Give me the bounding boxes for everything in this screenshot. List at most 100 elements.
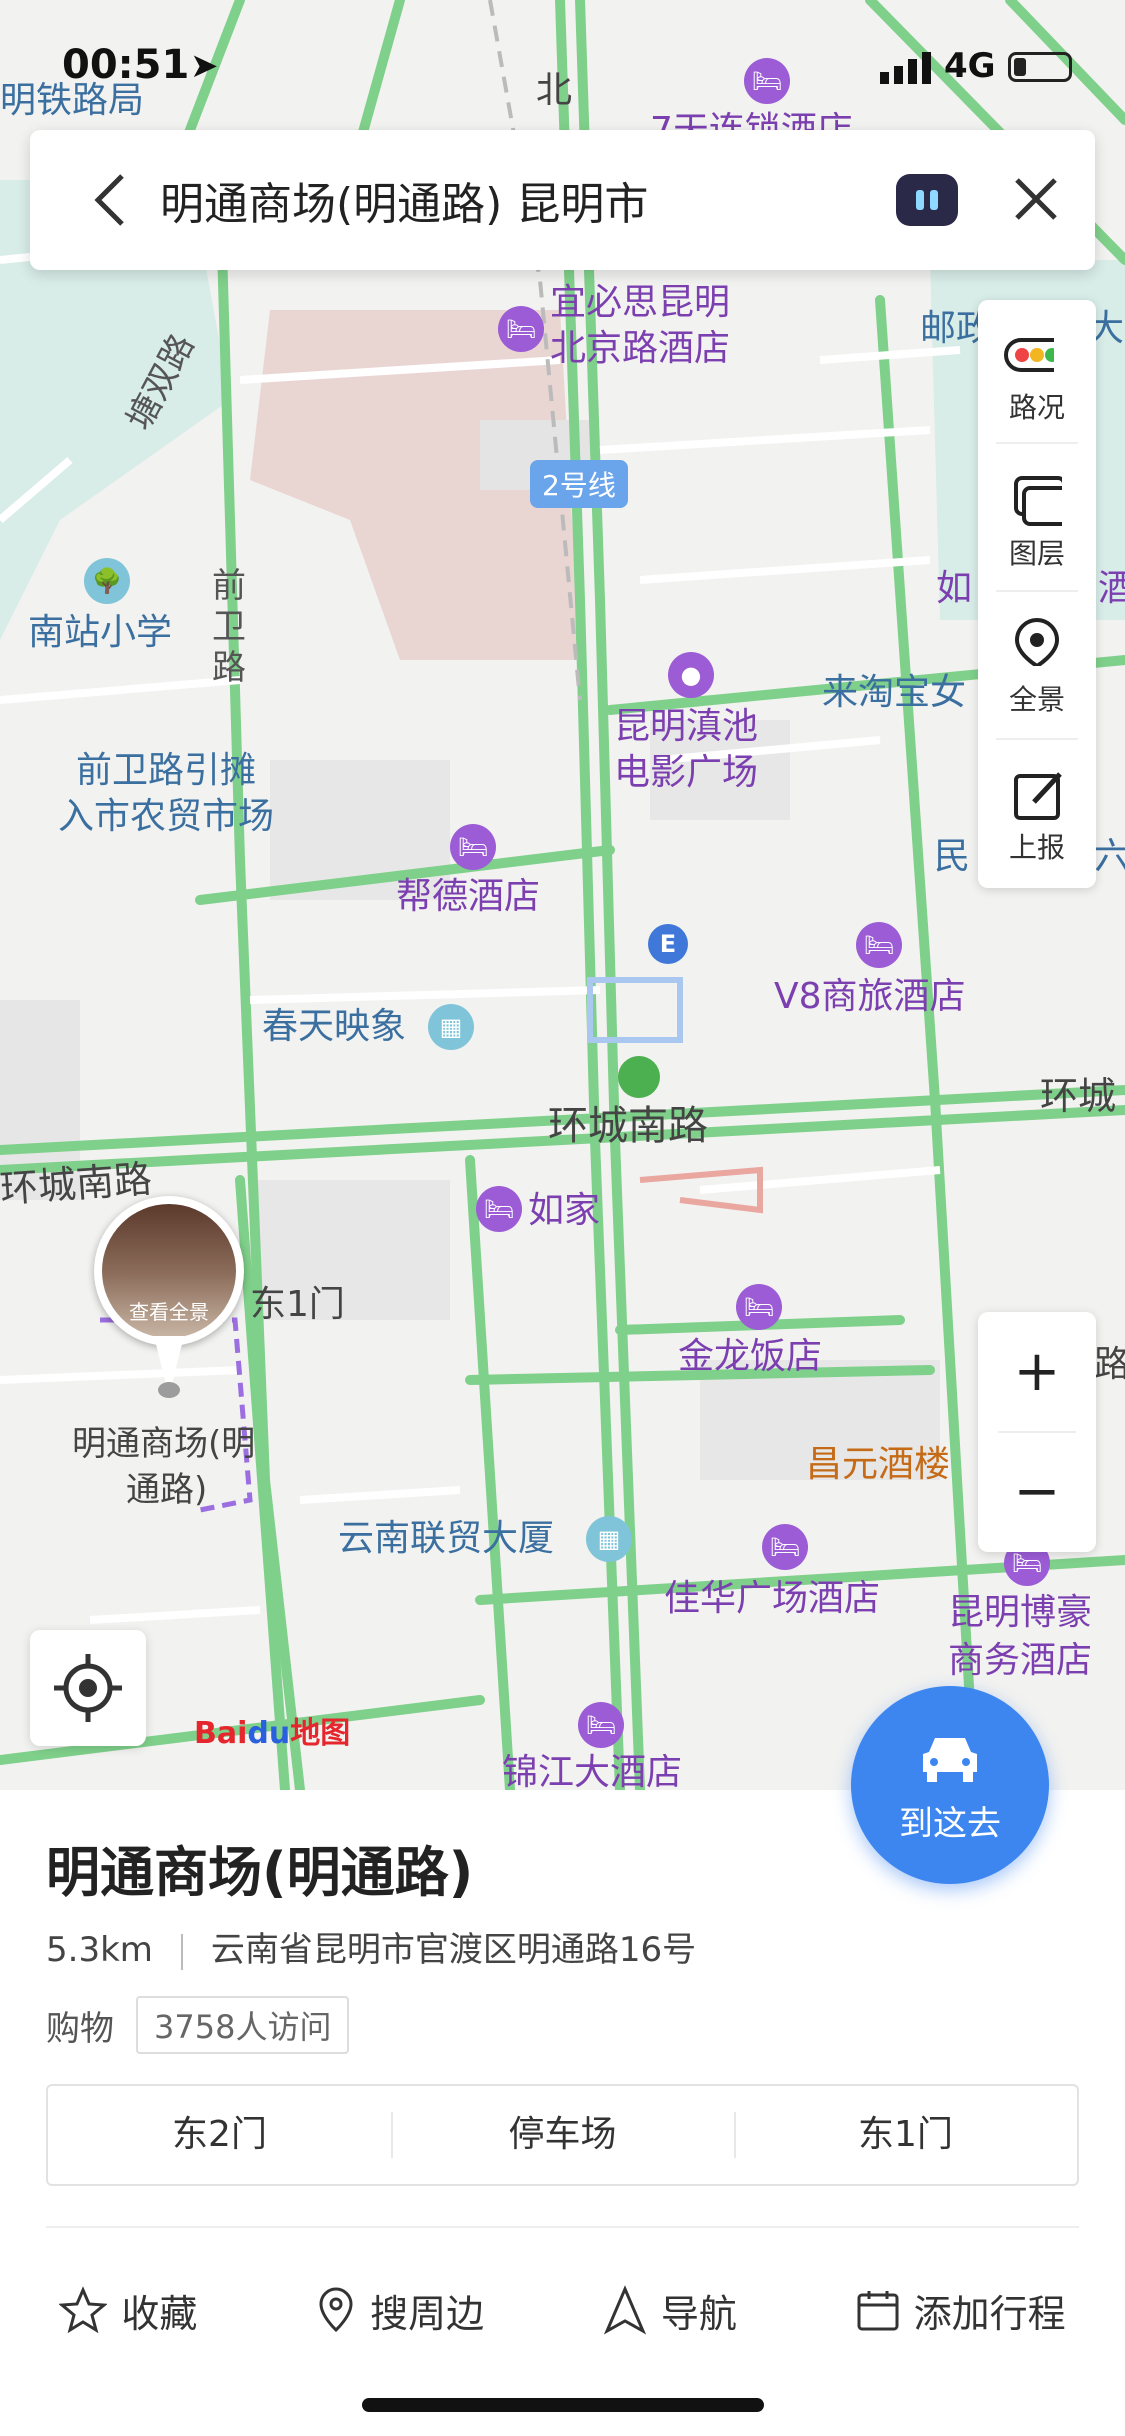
map-label: 商务酒店 bbox=[948, 1640, 1093, 1681]
back-button[interactable] bbox=[70, 160, 150, 240]
panorama-pin-icon bbox=[1014, 617, 1060, 666]
road-label: 路 bbox=[1094, 1344, 1125, 1385]
road-label: 环城 bbox=[1040, 1074, 1117, 1118]
map-label: 昌元酒楼 bbox=[806, 1444, 951, 1485]
map-label: 明通商场(明 bbox=[72, 1424, 256, 1464]
metro-station-icon[interactable] bbox=[618, 1056, 660, 1098]
map-view[interactable]: 明铁路局 🛏 7天连锁酒店 北 🛏 宜必思昆明 北京路酒店 邮政 大 塘双路 2… bbox=[0, 0, 1125, 1790]
hotel-pin-icon[interactable]: 🛏 bbox=[578, 1702, 624, 1748]
road-label: 前卫路 bbox=[212, 566, 246, 688]
zoom-in-button[interactable]: + bbox=[978, 1312, 1096, 1432]
add-itinerary-button[interactable]: 添加行程 bbox=[856, 2283, 1066, 2338]
map-label: 北京路酒店 bbox=[550, 328, 731, 369]
locate-me-button[interactable] bbox=[30, 1630, 146, 1746]
layers-icon bbox=[1014, 476, 1062, 526]
traffic-light-icon bbox=[1004, 338, 1054, 372]
itinerary-label: 添加行程 bbox=[913, 2291, 1066, 2336]
report-button[interactable]: 上报 bbox=[978, 740, 1096, 880]
signal-icon bbox=[880, 52, 931, 84]
network-type: 4G bbox=[944, 46, 996, 86]
map-label: 东1门 bbox=[250, 1284, 345, 1325]
address: 云南省昆明市官渡区明通路16号 bbox=[210, 1930, 697, 1970]
map-label: 昆明博豪 bbox=[948, 1592, 1093, 1633]
gate-item[interactable]: 停车场 bbox=[391, 2086, 734, 2184]
map-label: V8商旅酒店 bbox=[774, 976, 966, 1017]
cinema-pin-icon[interactable]: ● bbox=[668, 652, 714, 698]
go-here-label: 到这去 bbox=[899, 1804, 1001, 1844]
navigate-label: 导航 bbox=[660, 2291, 737, 2336]
favorite-button[interactable]: 收藏 bbox=[59, 2283, 197, 2338]
building-pin-icon[interactable]: ▦ bbox=[428, 1004, 474, 1050]
map-label: 昆明滇池 bbox=[614, 706, 759, 747]
road-label: 环城南路 bbox=[548, 1103, 708, 1149]
panorama-label: 全景 bbox=[1008, 683, 1065, 716]
map-label: 通路) bbox=[126, 1470, 208, 1510]
map-label: 佳华广场酒店 bbox=[664, 1578, 881, 1619]
hotel-pin-icon[interactable]: 🛏 bbox=[856, 922, 902, 968]
navigate-button[interactable]: 导航 bbox=[603, 2283, 737, 2338]
metro-line-badge: 2号线 bbox=[530, 460, 628, 508]
car-icon bbox=[923, 1738, 977, 1782]
navigation-arrow-icon bbox=[603, 2285, 646, 2335]
report-label: 上报 bbox=[1008, 831, 1065, 864]
logo-text: Bai bbox=[194, 1716, 248, 1751]
favorite-label: 收藏 bbox=[121, 2291, 198, 2336]
assistant-robot-icon[interactable] bbox=[896, 174, 958, 226]
place-marker[interactable]: 查看全景 bbox=[94, 1196, 244, 1406]
hotel-pin-icon[interactable]: 🛏 bbox=[450, 824, 496, 870]
map-label: 电影广场 bbox=[614, 752, 759, 793]
star-icon bbox=[59, 2286, 108, 2334]
panorama-button[interactable]: 全景 bbox=[978, 592, 1096, 732]
panorama-label: 查看全景 bbox=[129, 1300, 209, 1324]
visit-count-badge: 3758人访问 bbox=[136, 1996, 350, 2054]
map-label: 宜必思昆明 bbox=[550, 282, 731, 323]
close-icon bbox=[1015, 178, 1057, 220]
map-label: 来淘宝女 bbox=[822, 672, 967, 713]
status-bar: 00:51 ➤ 4G bbox=[0, 0, 1125, 130]
place-detail-sheet: 明通商场(明通路) 5.3km 云南省昆明市官渡区明通路16号 购物 3758人访… bbox=[0, 1790, 1125, 2436]
traffic-label: 路况 bbox=[1008, 391, 1065, 424]
map-tools-panel: 路况 图层 全景 上报 bbox=[978, 300, 1096, 888]
gate-item[interactable]: 东2门 bbox=[48, 2086, 391, 2184]
gate-item[interactable]: 东1门 bbox=[734, 2086, 1077, 2184]
building-pin-icon[interactable]: ▦ bbox=[586, 1516, 632, 1562]
close-button[interactable] bbox=[996, 164, 1076, 236]
map-label: 南站小学 bbox=[28, 612, 173, 653]
map-label: 云南联贸大厦 bbox=[338, 1518, 555, 1559]
home-indicator bbox=[362, 2398, 764, 2412]
go-here-button[interactable]: 到这去 bbox=[851, 1686, 1049, 1884]
hotel-pin-icon[interactable]: 🛏 bbox=[476, 1186, 522, 1232]
place-meta: 5.3km 云南省昆明市官渡区明通路16号 bbox=[46, 1922, 696, 1971]
logo-text: du bbox=[247, 1716, 291, 1751]
category-row: 购物 3758人访问 bbox=[46, 1996, 350, 2054]
traffic-button[interactable]: 路况 bbox=[978, 300, 1096, 440]
map-label: 春天映象 bbox=[262, 1006, 407, 1047]
hotel-pin-icon[interactable]: 🛏 bbox=[762, 1524, 808, 1570]
layers-button[interactable]: 图层 bbox=[978, 446, 1096, 586]
search-bar[interactable]: 明通商场(明通路) 昆明市 bbox=[30, 130, 1095, 270]
location-arrow-icon: ➤ bbox=[190, 46, 219, 86]
map-label: 如 bbox=[936, 568, 973, 609]
map-label: 民 bbox=[934, 836, 971, 877]
hotel-pin-icon[interactable]: 🛏 bbox=[736, 1284, 782, 1330]
layers-label: 图层 bbox=[1008, 537, 1065, 570]
hotel-pin-icon[interactable]: 🛏 bbox=[498, 306, 544, 352]
nearby-label: 搜周边 bbox=[370, 2291, 485, 2336]
battery-icon bbox=[1008, 52, 1072, 82]
map-label: 入市农贸市场 bbox=[58, 796, 275, 837]
map-label: 酒 bbox=[1098, 568, 1125, 609]
metro-exit-icon[interactable]: E bbox=[648, 924, 688, 964]
map-label: 金龙饭店 bbox=[678, 1336, 823, 1377]
logo-text: 地图 bbox=[290, 1716, 351, 1751]
distance: 5.3km bbox=[46, 1930, 153, 1970]
action-bar: 收藏 搜周边 导航 添加行程 bbox=[0, 2260, 1125, 2360]
school-pin-icon[interactable]: 🌳 bbox=[84, 558, 130, 604]
panorama-thumbnail[interactable]: 查看全景 bbox=[94, 1196, 244, 1346]
gate-list: 东2门 停车场 东1门 bbox=[46, 2084, 1079, 2186]
edit-icon bbox=[1014, 772, 1062, 820]
nearby-button[interactable]: 搜周边 bbox=[316, 2283, 484, 2338]
zoom-controls: + − bbox=[978, 1312, 1096, 1552]
map-pin-icon bbox=[319, 2287, 353, 2333]
zoom-out-button[interactable]: − bbox=[978, 1432, 1096, 1552]
search-query[interactable]: 明通商场(明通路) 昆明市 bbox=[160, 168, 648, 232]
